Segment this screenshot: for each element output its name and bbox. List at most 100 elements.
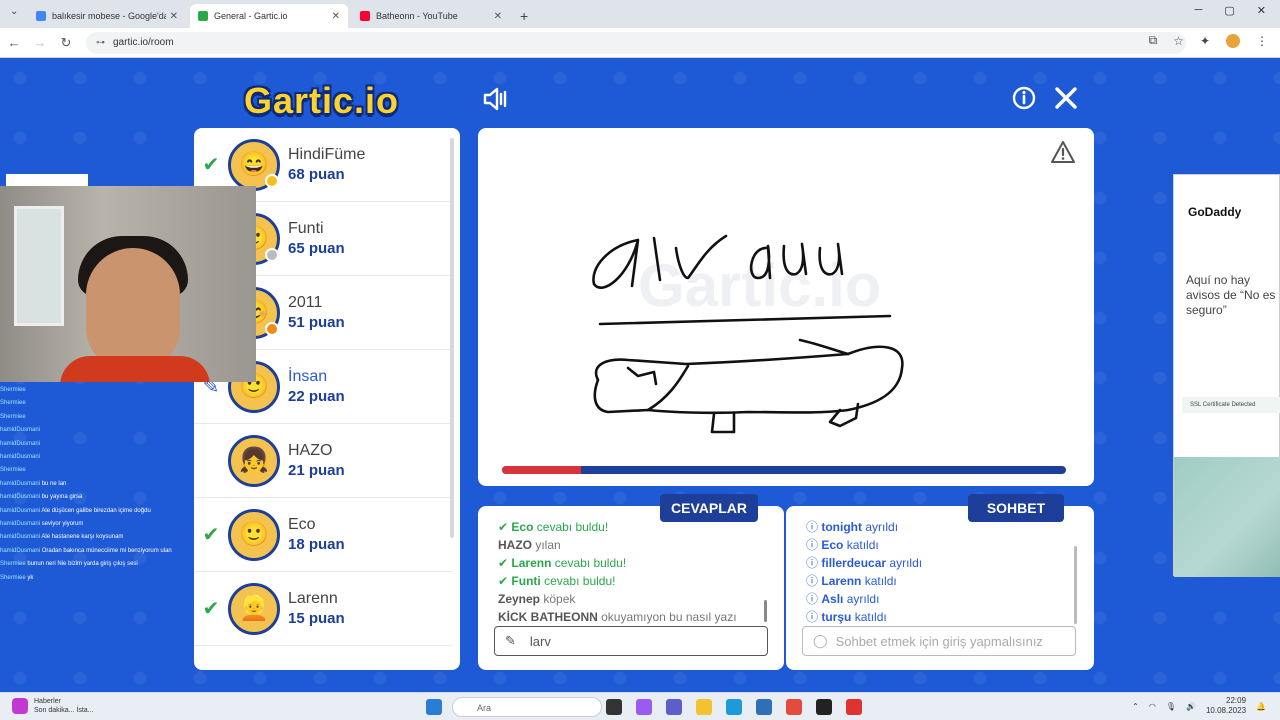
microphone-icon[interactable]: 🎙 bbox=[1166, 702, 1176, 711]
url-text: gartic.io/room bbox=[113, 37, 174, 48]
back-icon[interactable]: ← bbox=[2, 35, 26, 50]
start-icon[interactable] bbox=[426, 699, 442, 715]
teams-icon[interactable] bbox=[666, 699, 682, 715]
maximize-icon[interactable]: ▢ bbox=[1224, 4, 1234, 17]
chat-bubble-icon: ◯ bbox=[813, 633, 828, 648]
answers-panel: CEVAPLAR ✔ Eco cevabı buldu! HAZO yılan ✔ … bbox=[478, 494, 784, 670]
player-name: Funti bbox=[288, 220, 324, 237]
task-view-icon[interactable] bbox=[606, 699, 622, 715]
forward-icon[interactable]: → bbox=[28, 35, 52, 50]
stream-chat-user: hamidDusmani bbox=[0, 427, 41, 434]
new-tab-button[interactable]: + bbox=[520, 4, 528, 28]
news-widget[interactable]: Haberler Son dakika... İsta... bbox=[12, 697, 94, 715]
sound-icon[interactable] bbox=[482, 86, 510, 119]
url-field[interactable]: ⊶ gartic.io/room bbox=[86, 31, 1186, 54]
stream-chat-user: Shermiee bbox=[0, 561, 26, 568]
browser-menu-icon[interactable]: ⋮ bbox=[1256, 34, 1268, 48]
tab-title: General - Gartic.io bbox=[214, 11, 288, 21]
browser-tab[interactable]: Batheonn - YouTube ✕ bbox=[352, 4, 510, 28]
tab-search-icon[interactable]: ⌄ bbox=[10, 6, 18, 17]
system-tray: ⌃ ◠ 🎙 🔊 22:09 10.08.2023 🔔 bbox=[1132, 696, 1266, 716]
info-icon[interactable] bbox=[1012, 86, 1036, 117]
stream-chat-user: Shermiee bbox=[0, 574, 26, 581]
chat-line: ⓘ turşu katıldı bbox=[806, 608, 1076, 624]
clock-time: 22:09 bbox=[1226, 696, 1247, 705]
extensions-icon[interactable]: ✦ bbox=[1200, 34, 1210, 48]
answer-input[interactable]: ✎ larv bbox=[494, 626, 768, 656]
chat-panel: SOHBET ⓘ tonight ayrıldı ⓘ Eco katıldı ⓘ f… bbox=[786, 494, 1094, 670]
answer-player: KİCK BATHEONN bbox=[498, 610, 598, 624]
address-bar-row: ← → ↻ ⊶ gartic.io/room ⧉ ☆ ✦ ⋮ bbox=[0, 28, 1280, 58]
volume-icon[interactable]: 🔊 bbox=[1186, 702, 1196, 711]
guessed-check-icon: ✔ bbox=[202, 598, 220, 620]
exit-room-icon[interactable] bbox=[1054, 86, 1078, 117]
player-name: Larenn bbox=[288, 590, 338, 607]
tab-close-icon[interactable]: ✕ bbox=[332, 11, 340, 22]
player-row[interactable]: 👧 HAZO 21 puan bbox=[194, 424, 452, 498]
news-icon bbox=[12, 698, 28, 714]
player-score: 68 puan bbox=[288, 166, 345, 183]
install-icon[interactable]: ⧉ bbox=[1149, 33, 1158, 48]
store-icon[interactable] bbox=[756, 699, 772, 715]
answer-text: cevabı buldu! bbox=[554, 556, 627, 570]
ad-message: Aquí no hay avisos de “No es seguro” bbox=[1186, 273, 1276, 317]
obs-icon[interactable] bbox=[846, 699, 862, 715]
stream-chat-message: hamidDusmani bbox=[0, 438, 200, 451]
wifi-icon[interactable]: ◠ bbox=[1149, 702, 1156, 711]
site-info-icon[interactable]: ⊶ bbox=[96, 37, 105, 48]
stream-chat-message: Shermiee bbox=[0, 384, 200, 397]
chat-player: Aslı bbox=[821, 592, 844, 606]
chat-text: katıldı bbox=[854, 610, 887, 624]
close-window-icon[interactable]: ✕ bbox=[1257, 4, 1266, 17]
stream-chat-message: hamidDusmani bu yayına girsa bbox=[0, 491, 200, 504]
profile-avatar[interactable] bbox=[1226, 33, 1240, 48]
ad-brand: GoDaddy bbox=[1188, 205, 1242, 219]
taskbar-apps bbox=[606, 699, 862, 715]
chat-input[interactable]: ◯ Sohbet etmek için giriş yapmalısınız bbox=[802, 626, 1076, 656]
correct-check-icon: ✔ bbox=[498, 520, 509, 534]
info-icon: ⓘ bbox=[806, 538, 819, 552]
bookmark-star-icon[interactable]: ☆ bbox=[1173, 34, 1184, 48]
avatar-emoji: 😄 bbox=[239, 151, 269, 178]
godaddy-ad[interactable]: GoDaddy Aquí no hay avisos de “No es seg… bbox=[1173, 174, 1280, 577]
player-row[interactable]: ✔ 👱 Larenn 15 puan bbox=[194, 572, 452, 646]
edge-icon[interactable] bbox=[726, 699, 742, 715]
player-row[interactable]: ✔ 🙂 Eco 18 puan bbox=[194, 498, 452, 572]
pinned-apps bbox=[426, 699, 442, 715]
clock[interactable]: 22:09 10.08.2023 bbox=[1206, 696, 1246, 716]
chrome-icon[interactable] bbox=[786, 699, 802, 715]
stream-chat-message: hamidDusmani bbox=[0, 451, 200, 464]
player-avatar: 👧 bbox=[228, 434, 280, 487]
tab-close-icon[interactable]: ✕ bbox=[494, 11, 502, 22]
gartic-logo[interactable]: Gartic.io bbox=[244, 80, 399, 122]
minimize-icon[interactable]: ─ bbox=[1195, 4, 1203, 17]
drawing-canvas[interactable]: Gartic.io bbox=[478, 128, 1094, 486]
browser-tab[interactable]: balıkesir mobese - Google'da A ✕ bbox=[28, 4, 186, 28]
notifications-icon[interactable]: 🔔 bbox=[1256, 702, 1266, 711]
chat-scrollbar[interactable] bbox=[1074, 546, 1077, 624]
tab-title: Batheonn - YouTube bbox=[376, 11, 458, 21]
stream-chat-user: Shermiee bbox=[0, 400, 26, 407]
player-score: 21 puan bbox=[288, 462, 345, 479]
browser-tab[interactable]: General - Gartic.io ✕ bbox=[190, 4, 348, 28]
taskbar-search[interactable]: Ara bbox=[452, 697, 602, 717]
player-score: 15 puan bbox=[288, 610, 345, 627]
chat-line: ⓘ Eco katıldı bbox=[806, 536, 1076, 554]
answers-scrollbar[interactable] bbox=[764, 600, 767, 622]
chat-player: Eco bbox=[821, 538, 844, 552]
stream-chat-message: hamidDusmani Ale hastanene karşı koysuna… bbox=[0, 531, 200, 544]
stream-chat-message: Shermiee bbox=[0, 464, 200, 477]
tab-title: balıkesir mobese - Google'da A bbox=[52, 11, 166, 21]
answer-text: okuyamıyon bu nasıl yazı bbox=[601, 610, 737, 624]
webcam-person-shirt bbox=[60, 356, 210, 382]
copilot-icon[interactable] bbox=[636, 699, 652, 715]
answer-line: ✔ Funti cevabı buldu! bbox=[498, 572, 768, 590]
avatar-emoji: 🙂 bbox=[239, 521, 269, 548]
tray-chevron-icon[interactable]: ⌃ bbox=[1132, 702, 1139, 711]
file-explorer-icon[interactable] bbox=[696, 699, 712, 715]
players-scrollbar[interactable] bbox=[450, 138, 454, 538]
answers-feed: ✔ Eco cevabı buldu! HAZO yılan ✔ Larenn ce… bbox=[498, 518, 768, 624]
reload-icon[interactable]: ↻ bbox=[54, 35, 78, 51]
tab-close-icon[interactable]: ✕ bbox=[170, 11, 178, 22]
capcut-icon[interactable] bbox=[816, 699, 832, 715]
